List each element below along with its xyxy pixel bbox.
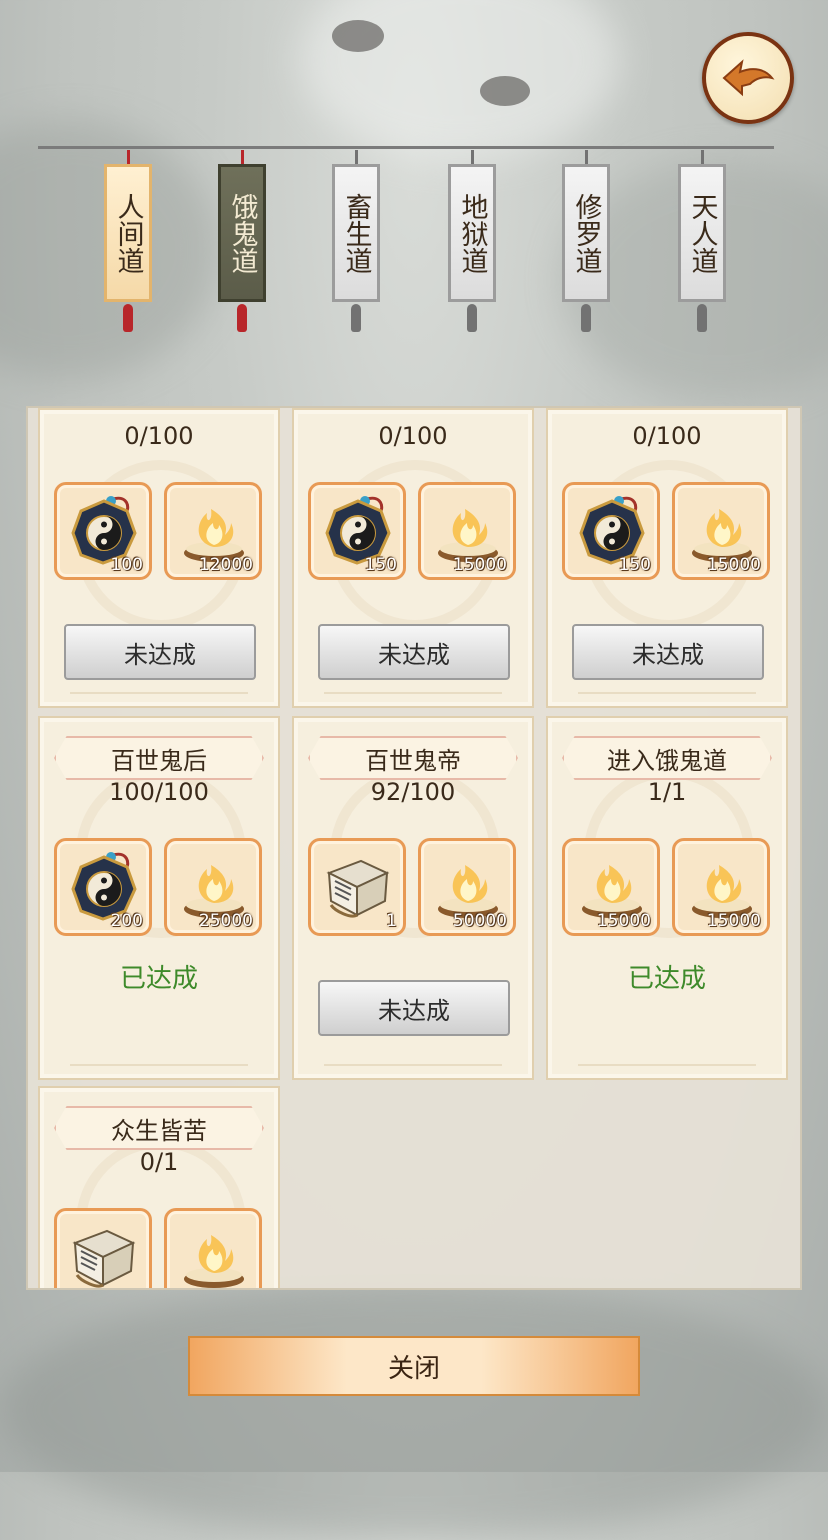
card-divider [578,1064,756,1066]
achievement-card: 0/100 150 15000 未达成 [546,408,788,708]
reward-slot[interactable]: 200 [54,838,152,936]
achievement-card: 0/100 150 15000 未达成 [292,408,534,708]
achievement-card: 众生皆苦 0/1 [38,1086,280,1288]
reward-slot[interactable]: 150 [562,482,660,580]
tassel-icon [697,304,707,332]
tab-chusheng[interactable]: 畜生道 [332,150,380,340]
tab-label: 地狱道 [448,164,496,302]
reward-quantity: 15000 [452,555,507,575]
reward-quantity: 150 [618,555,651,575]
reward-quantity: 15000 [706,911,761,931]
reward-slot[interactable]: 50000 [418,838,516,936]
reward-quantity: 50000 [452,911,507,931]
progress-text: 100/100 [109,778,209,806]
card-divider [324,692,502,694]
card-divider [70,1064,248,1066]
back-button[interactable] [702,32,794,124]
reward-slot[interactable]: 15000 [562,838,660,936]
reward-slot[interactable]: 100 [54,482,152,580]
tab-rope [38,146,774,149]
achievement-panel[interactable]: 0/100 100 12000 未达成 0/100 150 15000 未达成 0/100 150… [26,406,802,1290]
tassel-icon [123,304,133,332]
reward-slot[interactable]: 15000 [672,482,770,580]
tab-tianren[interactable]: 天人道 [678,150,726,340]
tassel-icon [581,304,591,332]
reward-slot[interactable] [164,1208,262,1288]
card-divider [578,692,756,694]
tab-xiuluo[interactable]: 修罗道 [562,150,610,340]
back-arrow-icon [722,59,775,97]
reward-slot[interactable]: 25000 [164,838,262,936]
background-moon [332,20,384,52]
reward-quantity: 100 [110,555,143,575]
reward-slot[interactable]: 15000 [418,482,516,580]
progress-text: 0/1 [139,1148,179,1176]
reward-quantity: 25000 [198,911,253,931]
tassel-icon [237,304,247,332]
tab-diyu[interactable]: 地狱道 [448,150,496,340]
progress-text: 0/100 [632,422,702,450]
reward-quantity: 15000 [706,555,761,575]
tab-label: 天人道 [678,164,726,302]
close-button[interactable]: 关闭 [188,1336,640,1396]
background-moon [480,76,530,106]
status-not-achieved-button[interactable]: 未达成 [572,624,764,680]
progress-text: 92/100 [370,778,456,806]
achievement-title: 百世鬼后 [54,736,264,780]
progress-text: 0/100 [124,422,194,450]
status-not-achieved-button[interactable]: 未达成 [318,624,510,680]
reward-quantity: 150 [364,555,397,575]
reward-slot[interactable]: 12000 [164,482,262,580]
tassel-icon [467,304,477,332]
status-not-achieved-button[interactable]: 未达成 [64,624,256,680]
status-not-achieved-button[interactable]: 未达成 [318,980,510,1036]
progress-text: 1/1 [647,778,687,806]
reward-slot[interactable]: 15000 [672,838,770,936]
reward-slot[interactable] [54,1208,152,1288]
reward-quantity: 12000 [198,555,253,575]
card-divider [70,692,248,694]
achievement-card: 百世鬼后 100/100 200 25000 已达成 [38,716,280,1080]
achievement-card: 百世鬼帝 92/100 1 50000 未达成 [292,716,534,1080]
tassel-icon [351,304,361,332]
tab-label: 修罗道 [562,164,610,302]
achievement-title: 众生皆苦 [54,1106,264,1150]
reward-quantity: 200 [110,911,143,931]
reward-quantity: 1 [386,911,397,931]
tab-egui[interactable]: 饿鬼道 [218,150,266,340]
progress-text: 0/100 [378,422,448,450]
card-divider [324,1064,502,1066]
reward-slot[interactable]: 1 [308,838,406,936]
status-achieved: 已达成 [627,964,706,994]
tab-label: 人间道 [104,164,152,302]
achievement-card: 0/100 100 12000 未达成 [38,408,280,708]
tab-label: 畜生道 [332,164,380,302]
tab-label: 饿鬼道 [218,164,266,302]
reward-slot[interactable]: 150 [308,482,406,580]
reward-quantity: 15000 [596,911,651,931]
achievement-card: 进入饿鬼道 1/1 15000 15000 已达成 [546,716,788,1080]
status-achieved: 已达成 [119,964,198,994]
achievement-title: 进入饿鬼道 [562,736,772,780]
achievement-title: 百世鬼帝 [308,736,518,780]
tab-renjian[interactable]: 人间道 [104,150,152,340]
